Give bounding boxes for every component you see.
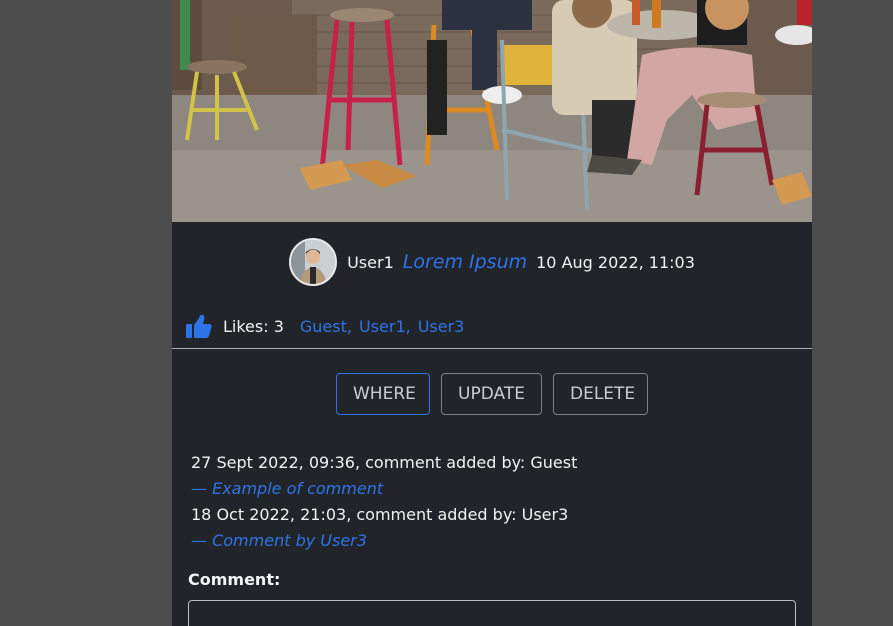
- where-button[interactable]: WHERE: [336, 373, 430, 415]
- post-card: User1 Lorem Ipsum 10 Aug 2022, 11:03 Lik…: [172, 0, 812, 626]
- post-actions: WHERE UPDATE DELETE: [172, 373, 812, 415]
- comment-item: 18 Oct 2022, 21:03, comment added by: Us…: [191, 502, 791, 554]
- comment-item: 27 Sept 2022, 09:36, comment added by: G…: [191, 450, 791, 502]
- comment-meta: 18 Oct 2022, 21:03, comment added by: Us…: [191, 505, 569, 524]
- liker-user1[interactable]: User1,: [359, 317, 411, 336]
- thumbs-up-icon[interactable]: [186, 314, 212, 338]
- likes-count: Likes: 3: [223, 316, 284, 336]
- comment-input[interactable]: [188, 600, 796, 626]
- author-name[interactable]: User1: [347, 253, 394, 272]
- section-divider: [172, 348, 812, 349]
- likes-row: Likes: 3 Guest, User1, User3: [186, 312, 471, 340]
- delete-button[interactable]: DELETE: [553, 373, 648, 415]
- liker-user3[interactable]: User3: [418, 317, 465, 336]
- author-avatar: [289, 238, 338, 286]
- post-title[interactable]: Lorem Ipsum: [403, 251, 527, 273]
- post-author-row: User1 Lorem Ipsum 10 Aug 2022, 11:03: [172, 236, 812, 288]
- comments-list: 27 Sept 2022, 09:36, comment added by: G…: [191, 450, 791, 554]
- update-button[interactable]: UPDATE: [441, 373, 542, 415]
- post-date: 10 Aug 2022, 11:03: [536, 252, 695, 272]
- liker-guest[interactable]: Guest,: [300, 317, 352, 336]
- comment-meta: 27 Sept 2022, 09:36, comment added by: G…: [191, 453, 578, 472]
- comment-text: — Example of comment: [191, 479, 384, 498]
- comment-text: — Comment by User3: [191, 531, 367, 550]
- cafe-scene-image: [172, 0, 812, 222]
- comment-label: Comment:: [188, 570, 281, 589]
- avatar-icon: [291, 240, 336, 284]
- post-photo: [172, 0, 812, 222]
